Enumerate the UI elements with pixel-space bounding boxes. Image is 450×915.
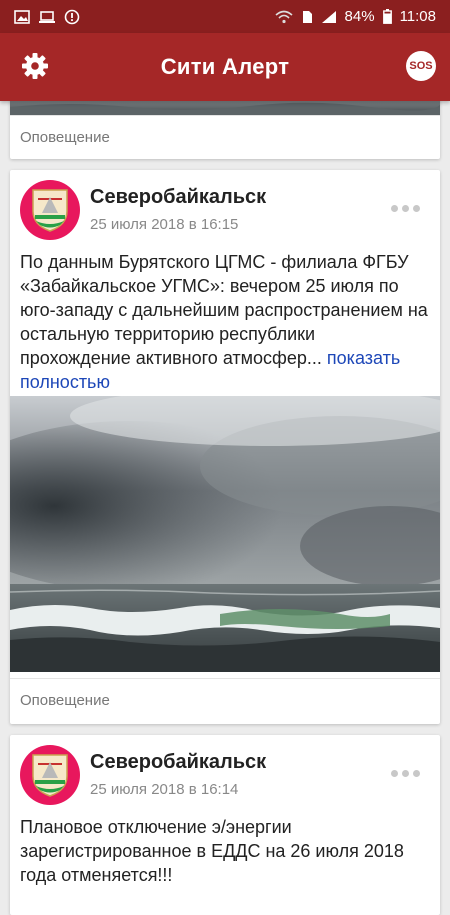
post-header: Северобайкальск 25 июля 2018 в 16:15 xyxy=(10,170,440,250)
settings-gear-icon[interactable] xyxy=(20,51,50,81)
post-card[interactable]: Оповещение xyxy=(10,95,440,159)
sos-button[interactable]: SOS xyxy=(406,51,436,81)
city-coat-of-arms-icon xyxy=(32,754,68,797)
clock: 11:08 xyxy=(399,8,436,25)
notification-icons xyxy=(14,9,80,25)
post-body: Плановое отключение э/энергии зарегистри… xyxy=(20,817,404,885)
post-category: Оповещение xyxy=(10,678,440,722)
post-text: По данным Бурятского ЦГМС - филиала ФГБУ… xyxy=(10,250,440,394)
city-emblem-avatar[interactable] xyxy=(20,745,80,805)
post-date: 25 июля 2018 в 16:15 xyxy=(90,216,239,233)
system-icons: 84% 11:08 xyxy=(275,8,436,25)
city-emblem-avatar[interactable] xyxy=(20,180,80,240)
alert-circle-icon xyxy=(64,9,80,24)
wifi-icon xyxy=(275,10,293,23)
app-bar: Сити Алерт SOS xyxy=(0,33,450,101)
post-image[interactable] xyxy=(10,396,440,672)
post-card[interactable]: Северобайкальск 25 июля 2018 в 16:14 Пла… xyxy=(10,735,440,915)
status-bar: 84% 11:08 xyxy=(0,0,450,33)
battery-icon xyxy=(382,9,392,24)
post-text: Плановое отключение э/энергии зарегистри… xyxy=(10,815,440,887)
image-icon xyxy=(14,9,30,24)
more-options-icon[interactable] xyxy=(391,770,420,777)
signal-icon xyxy=(321,10,336,23)
post-category: Оповещение xyxy=(10,115,440,159)
post-date: 25 июля 2018 в 16:14 xyxy=(90,781,239,798)
laptop-icon xyxy=(39,10,55,23)
city-coat-of-arms-icon xyxy=(32,189,68,232)
app-title: Сити Алерт xyxy=(160,54,290,79)
post-card[interactable]: Северобайкальск 25 июля 2018 в 16:15 По … xyxy=(10,170,440,724)
post-header: Северобайкальск 25 июля 2018 в 16:14 xyxy=(10,735,440,815)
post-author: Северобайкальск xyxy=(90,186,267,208)
sim-icon xyxy=(302,10,312,23)
more-options-icon[interactable] xyxy=(391,205,420,212)
battery-percent: 84% xyxy=(344,8,375,25)
post-author: Северобайкальск xyxy=(90,751,267,773)
